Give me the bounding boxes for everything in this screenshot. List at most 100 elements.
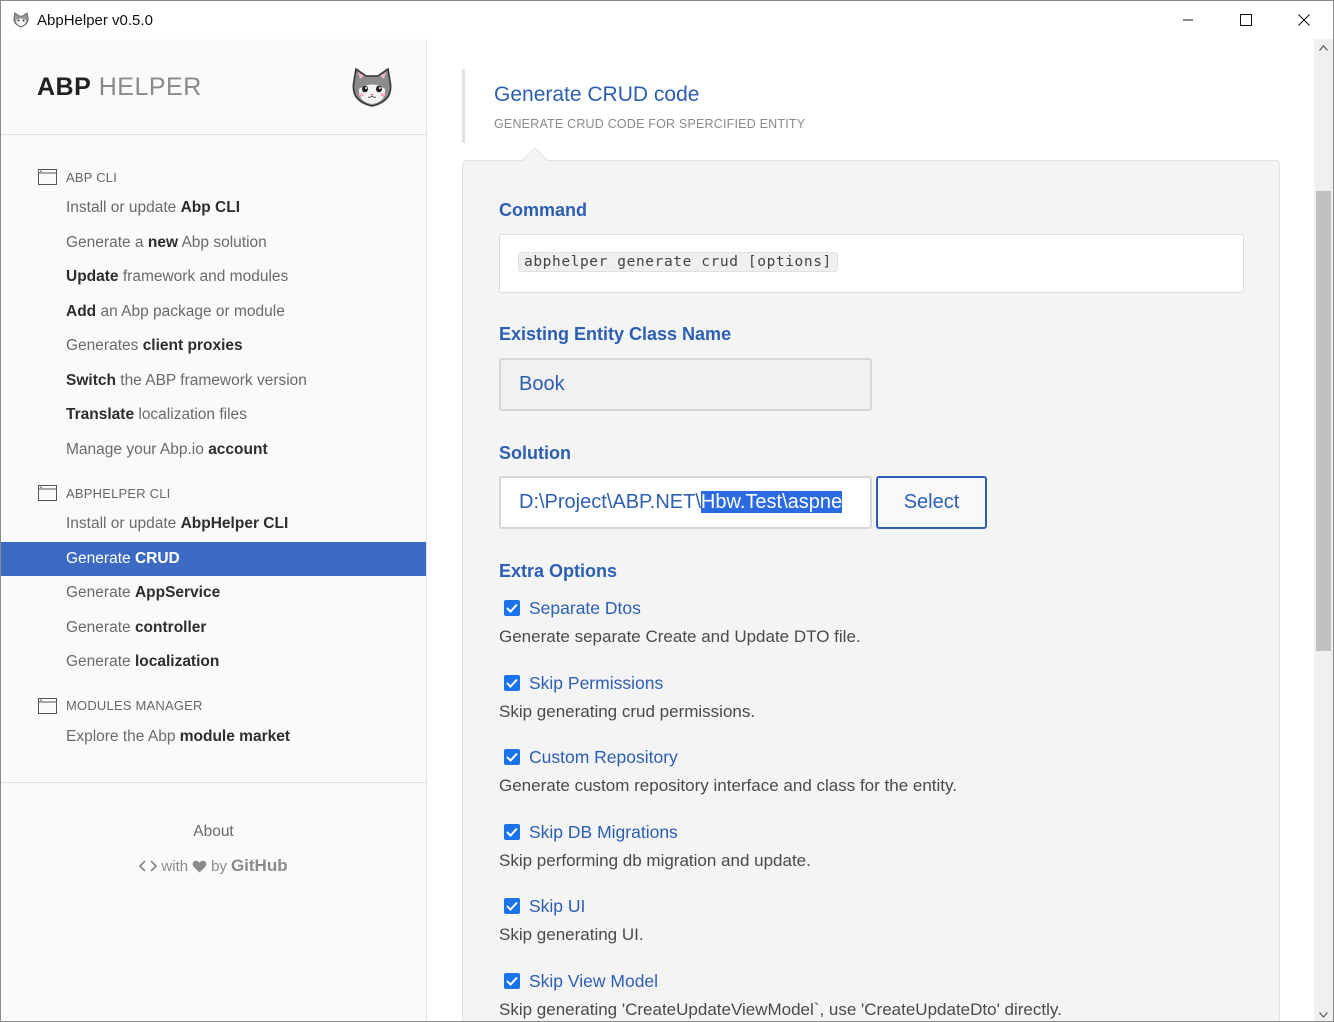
menu-generate-appservice[interactable]: Generate AppService — [1, 576, 426, 611]
option-description: Generate custom repository interface and… — [499, 776, 957, 795]
by-text: by — [211, 857, 227, 875]
option-description: Generate separate Create and Update DTO … — [499, 627, 861, 646]
solution-value-selected: Hbw.Test\aspne — [700, 491, 843, 513]
title-bar: AbpHelper v0.5.0 — [1, 1, 1333, 39]
vertical-scrollbar[interactable] — [1314, 39, 1333, 1021]
entity-input[interactable]: Book — [499, 358, 872, 411]
entity-label: Existing Entity Class Name — [499, 324, 732, 344]
scrollbar-thumb[interactable] — [1316, 191, 1331, 651]
extra-options-label: Extra Options — [499, 561, 618, 581]
check-icon — [506, 678, 518, 688]
minimize-icon — [1183, 19, 1193, 21]
check-icon — [506, 827, 518, 837]
close-button[interactable] — [1275, 1, 1333, 39]
option-separate-dtos: Separate Dtos Generate separate Create a… — [499, 596, 861, 647]
option-description: Skip performing db migration and update. — [499, 851, 811, 870]
command-code: abphelper generate crud [options] — [518, 252, 838, 272]
panel-pointer — [522, 147, 548, 173]
check-icon — [506, 603, 518, 613]
code-icon — [139, 860, 158, 872]
window-icon — [38, 697, 57, 714]
page-header: Generate CRUD code GENERATE CRUD CODE FO… — [462, 69, 805, 143]
menu-manage-account[interactable]: Manage your Abp.io account — [1, 433, 426, 468]
option-title[interactable]: Custom Repository — [529, 747, 678, 768]
option-description: Skip generating crud permissions. — [499, 702, 756, 721]
menu-generate-controller[interactable]: Generate controller — [1, 611, 426, 646]
scroll-down-arrow-icon[interactable] — [1314, 1006, 1333, 1021]
sidebar-footer: About with by GitHub — [1, 782, 426, 876]
checkbox[interactable] — [504, 749, 520, 765]
minimize-button[interactable] — [1159, 1, 1217, 39]
option-title[interactable]: Skip UI — [529, 896, 585, 917]
cat-icon — [11, 10, 31, 30]
command-box: abphelper generate crud [options] — [499, 234, 1244, 293]
menu-generate-crud[interactable]: Generate CRUD — [1, 541, 426, 576]
option-description: Skip generating UI. — [499, 925, 644, 944]
menu-generate-localization[interactable]: Generate localization — [1, 645, 426, 680]
cat-logo-icon — [349, 67, 395, 109]
page-title: Generate CRUD code — [494, 83, 700, 106]
close-icon — [1298, 14, 1310, 26]
brand-abp: ABP — [37, 73, 92, 101]
option-description: Skip generating 'CreateUpdateViewModel`,… — [499, 1000, 1062, 1019]
menu-update-framework[interactable]: Update framework and modules — [1, 260, 426, 295]
menu-generate-new-solution[interactable]: Generate a new Abp solution — [1, 226, 426, 261]
github-text: GitHub — [230, 856, 288, 875]
maximize-button[interactable] — [1217, 1, 1275, 39]
form-panel: Command abphelper generate crud [options… — [462, 147, 1280, 1021]
sidebar: ABP HELPER ABP CLI Install or update Abp… — [1, 39, 427, 1021]
checkbox[interactable] — [504, 675, 520, 691]
select-button[interactable]: Select — [876, 476, 987, 529]
solution-input[interactable]: D:\Project\ABP.NET\Hbw.Test\aspne — [499, 476, 872, 529]
section-label: MODULES MANAGER — [66, 698, 203, 713]
window-icon — [38, 485, 57, 501]
menu-module-market[interactable]: Explore the Abp module market — [1, 720, 426, 755]
option-title[interactable]: Skip Permissions — [529, 673, 663, 694]
option-title[interactable]: Skip DB Migrations — [529, 822, 678, 843]
section-label: ABP CLI — [66, 169, 118, 185]
brand-title: ABP HELPER — [37, 73, 202, 102]
heart-icon — [192, 860, 207, 872]
check-icon — [506, 752, 518, 762]
checkbox[interactable] — [504, 600, 520, 616]
option-skip-permissions: Skip Permissions Skip generating crud pe… — [499, 671, 755, 722]
section-abp-cli: ABP CLI — [1, 163, 426, 191]
solution-label: Solution — [499, 443, 571, 463]
menu-translate[interactable]: Translate localization files — [1, 398, 426, 433]
entity-value: Book — [519, 373, 565, 395]
window-controls — [1159, 1, 1333, 39]
brand-header: ABP HELPER — [1, 39, 426, 135]
menu-install-abp-cli[interactable]: Install or update Abp CLI — [1, 191, 426, 226]
about-link[interactable]: About — [1, 823, 426, 841]
sidebar-menu: ABP CLI Install or update Abp CLI Genera… — [1, 135, 426, 754]
option-skip-ui: Skip UI Skip generating UI. — [499, 894, 644, 945]
section-abphelper-cli: ABPHELPER CLI — [1, 479, 426, 507]
checkbox[interactable] — [504, 898, 520, 914]
brand-helper: HELPER — [98, 73, 202, 101]
solution-value: D:\Project\ABP.NET\ — [519, 491, 701, 513]
made-with-link[interactable]: with by GitHub — [1, 856, 426, 876]
option-title[interactable]: Skip View Model — [529, 971, 658, 992]
option-custom-repository: Custom Repository Generate custom reposi… — [499, 745, 957, 796]
checkbox[interactable] — [504, 824, 520, 840]
command-label: Command — [499, 200, 588, 220]
checkbox[interactable] — [504, 973, 520, 989]
page-subtitle: GENERATE CRUD CODE FOR SPERCIFIED ENTITY — [494, 117, 806, 131]
check-icon — [506, 901, 518, 911]
made-with-text: with — [161, 857, 189, 875]
check-icon — [506, 976, 518, 986]
menu-add-package[interactable]: Add an Abp package or module — [1, 295, 426, 330]
section-modules-manager: MODULES MANAGER — [1, 692, 426, 720]
menu-install-abphelper-cli[interactable]: Install or update AbpHelper CLI — [1, 507, 426, 542]
option-skip-db-migrations: Skip DB Migrations Skip performing db mi… — [499, 820, 811, 871]
maximize-icon — [1240, 14, 1252, 26]
window-icon — [38, 169, 57, 185]
menu-client-proxies[interactable]: Generates client proxies — [1, 329, 426, 364]
menu-switch-version[interactable]: Switch the ABP framework version — [1, 364, 426, 399]
scroll-up-arrow-icon[interactable] — [1314, 39, 1333, 56]
option-skip-view-model: Skip View Model Skip generating 'CreateU… — [499, 969, 1062, 1020]
main-content: Generate CRUD code GENERATE CRUD CODE FO… — [428, 39, 1314, 1021]
window-title: AbpHelper v0.5.0 — [37, 11, 153, 29]
option-title[interactable]: Separate Dtos — [529, 598, 641, 619]
section-label: ABPHELPER CLI — [66, 485, 171, 501]
